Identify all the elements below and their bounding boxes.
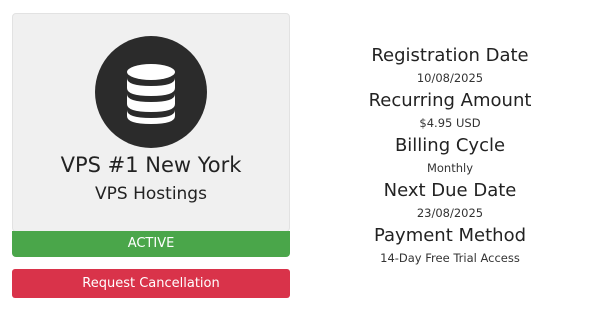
registration-date-value: 10/08/2025 — [416, 71, 484, 85]
service-details-page: VPS #1 New York VPS Hostings ACTIVE Requ… — [0, 0, 600, 312]
recurring-amount-value: $4.95 USD — [419, 116, 481, 130]
billing-cycle-value: Monthly — [426, 161, 474, 175]
product-name: VPS #1 New York — [60, 153, 242, 177]
next-due-date-value: 23/08/2025 — [416, 206, 484, 220]
billing-cycle-label: Billing Cycle — [394, 135, 506, 156]
recurring-amount-label: Recurring Amount — [368, 90, 532, 111]
next-due-date-label: Next Due Date — [383, 180, 517, 201]
product-group: VPS Hostings — [95, 184, 207, 204]
product-card: VPS #1 New York VPS Hostings — [12, 13, 290, 232]
status-badge: ACTIVE — [12, 231, 290, 257]
payment-method-label: Payment Method — [373, 225, 527, 246]
payment-method-value: 14-Day Free Trial Access — [380, 251, 520, 265]
request-cancellation-button[interactable]: Request Cancellation — [12, 269, 290, 298]
registration-date-label: Registration Date — [371, 45, 529, 66]
database-icon — [95, 36, 207, 148]
billing-details: Registration Date 10/08/2025 Recurring A… — [330, 43, 570, 268]
